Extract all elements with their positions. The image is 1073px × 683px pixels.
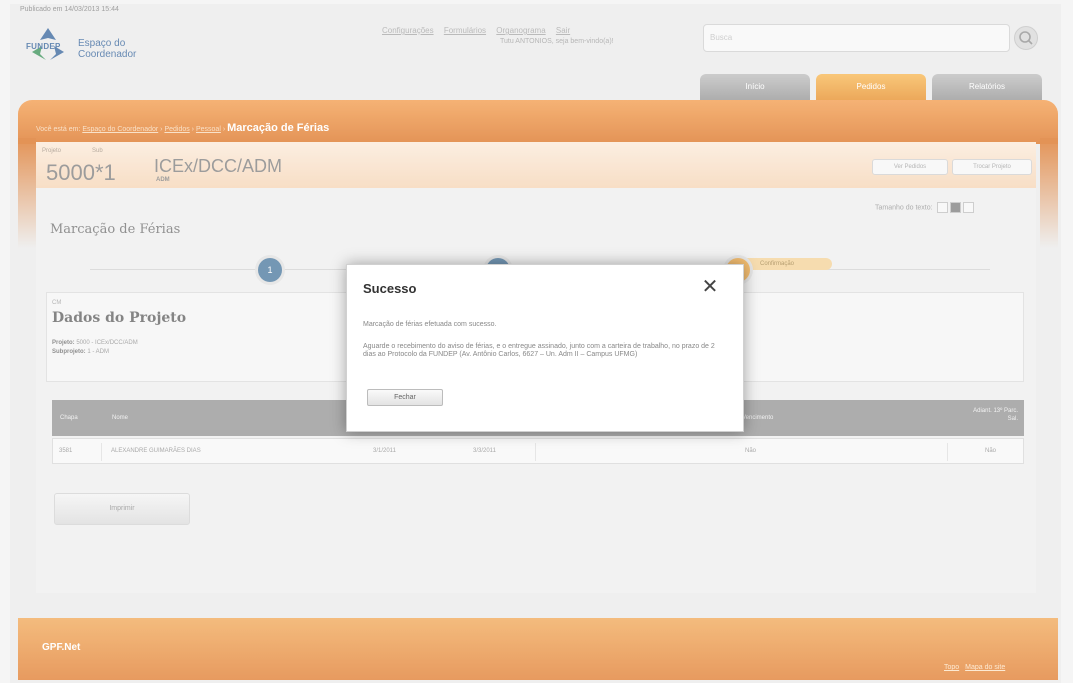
success-dialog: Sucesso ✕ Marcação de férias efetuada co… — [346, 264, 744, 432]
close-icon[interactable]: ✕ — [700, 277, 720, 297]
dialog-title: Sucesso — [363, 281, 417, 296]
fechar-button[interactable]: Fechar — [367, 389, 443, 406]
dialog-message: Marcação de férias efetuada com sucesso. — [363, 321, 497, 328]
dialog-detail: Aguarde o recebimento do aviso de férias… — [363, 343, 715, 358]
